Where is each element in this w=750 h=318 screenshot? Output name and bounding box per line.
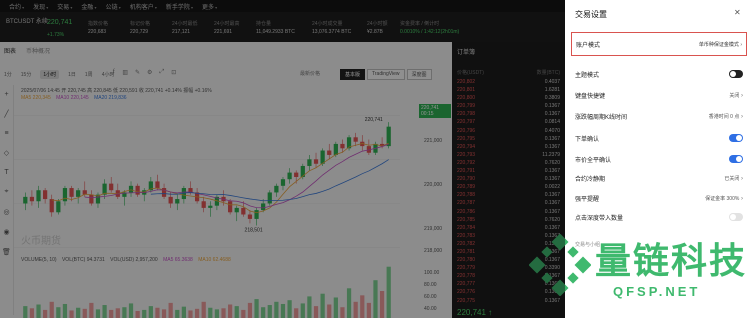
- setting-label: 点击深度带入数量: [575, 215, 624, 222]
- setting-row[interactable]: 键盘快捷键 关闭: [575, 89, 743, 101]
- setting-label: 涨跌幅周期K线时间: [575, 114, 628, 121]
- logo-url: QFSP.NET: [613, 284, 701, 299]
- setting-row[interactable]: 下单确认: [575, 132, 743, 144]
- setting-toggle[interactable]: [729, 70, 743, 78]
- setting-value: 保证金率 300%: [705, 195, 743, 202]
- setting-label: 市价全平确认: [575, 157, 612, 164]
- setting-label: 键盘快捷键: [575, 93, 606, 100]
- setting-row[interactable]: 点击深度带入数量: [575, 211, 743, 223]
- setting-label: 主题模式: [575, 72, 600, 79]
- setting-value: 关闭: [729, 92, 743, 99]
- account-mode-row[interactable]: 账户模式 单币种保证金模式: [571, 32, 747, 56]
- setting-value: 已关闭: [724, 175, 743, 182]
- setting-row[interactable]: 合约冷静期 已关闭: [575, 172, 743, 184]
- drawer-title: 交易设置: [575, 10, 607, 19]
- account-mode-value: 单币种保证金模式: [699, 41, 742, 48]
- setting-label: 强平提醒: [575, 196, 600, 203]
- close-icon[interactable]: ✕: [734, 8, 741, 17]
- setting-label: 合约冷静期: [575, 176, 606, 183]
- setting-toggle[interactable]: [729, 213, 743, 221]
- setting-row[interactable]: 主题模式: [575, 68, 743, 80]
- logo-text: 量链科技: [595, 241, 748, 282]
- modal-overlay[interactable]: [0, 0, 565, 318]
- setting-row[interactable]: 强平提醒 保证金率 300%: [575, 192, 743, 204]
- setting-value: 香港时间 0 点: [709, 113, 743, 120]
- setting-label: 下单确认: [575, 136, 600, 143]
- setting-row[interactable]: 市价全平确认: [575, 153, 743, 165]
- app-screen: 合约 发现 交易 金融 公链 机构客户 新手学院 更多 BTCUSDT 永续 2…: [0, 0, 750, 318]
- setting-toggle[interactable]: [729, 155, 743, 163]
- setting-row[interactable]: 涨跌幅周期K线时间 香港时间 0 点: [575, 110, 743, 122]
- account-mode-label: 账户模式: [576, 42, 601, 49]
- setting-toggle[interactable]: [729, 134, 743, 142]
